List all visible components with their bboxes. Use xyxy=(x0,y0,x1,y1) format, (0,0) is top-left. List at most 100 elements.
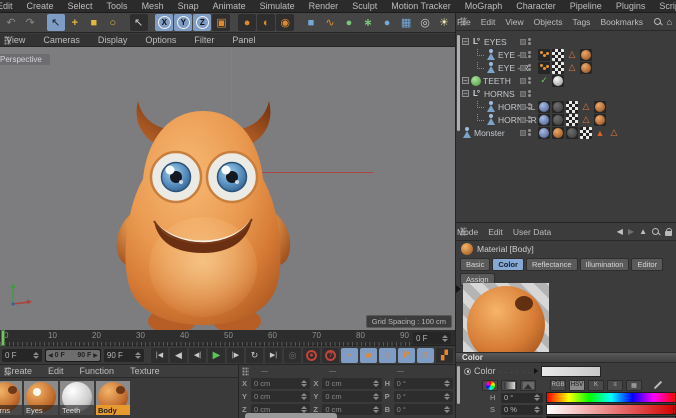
coord-value-field[interactable]: 0 cm xyxy=(251,377,311,389)
axis-y-tool-icon[interactable]: Y xyxy=(174,14,193,31)
coord-column-header-0[interactable]: — xyxy=(251,368,317,375)
tri-outline-tag-icon[interactable]: △ xyxy=(566,62,578,74)
sphere-dim-tag-icon[interactable] xyxy=(552,100,564,113)
next-frame-button[interactable]: |▶ xyxy=(227,347,245,363)
checker-tag-icon[interactable] xyxy=(552,48,564,61)
viewport-menu-filter[interactable]: Filter xyxy=(185,35,223,45)
menu-script[interactable]: Script xyxy=(652,1,676,11)
material-menu-function[interactable]: Function xyxy=(72,366,123,376)
layer-chip[interactable] xyxy=(520,77,526,84)
layer-chip[interactable] xyxy=(520,51,526,58)
up-level-icon[interactable]: ▲ xyxy=(639,227,647,236)
image-mode-button[interactable] xyxy=(520,379,536,391)
clipped-button[interactable] xyxy=(245,413,337,418)
subdivision-surface-tool-icon[interactable]: ● xyxy=(340,14,358,31)
visibility-toggles[interactable] xyxy=(520,103,531,110)
material-menu-edit[interactable]: Edit xyxy=(40,366,72,376)
sphere-orange-tag-icon[interactable] xyxy=(594,113,606,126)
attr-menu-edit[interactable]: Edit xyxy=(483,227,508,237)
tri-solid-tag-icon[interactable]: ▲ xyxy=(594,127,606,139)
coord-value-field[interactable]: 0 ° xyxy=(393,377,453,389)
keyframe-rotation-button[interactable]: ○ xyxy=(379,347,397,363)
layer-chip[interactable] xyxy=(520,90,526,97)
visibility-dots-icon[interactable] xyxy=(528,77,531,84)
wheel-mode-button[interactable] xyxy=(482,379,498,391)
sphere-orange-tag-icon[interactable] xyxy=(580,48,592,61)
tri-outline-tag-icon[interactable]: △ xyxy=(608,127,620,139)
sphere-blue-tag-icon[interactable] xyxy=(538,126,550,139)
visibility-toggles[interactable] xyxy=(520,90,531,97)
visibility-toggles[interactable] xyxy=(520,116,531,123)
object-label[interactable]: EYES xyxy=(484,37,507,47)
play-forwards-button[interactable]: ▶ xyxy=(208,347,226,363)
layer-chip[interactable] xyxy=(520,129,526,136)
autokeying-button[interactable]: ? xyxy=(322,347,340,363)
sphere-blue-tag-icon[interactable] xyxy=(538,113,550,126)
checker-tag-icon[interactable] xyxy=(566,113,578,126)
viewport-menu-options[interactable]: Options xyxy=(136,35,185,45)
spinner-icon[interactable] xyxy=(301,392,308,400)
play-backwards-button[interactable]: ◀ xyxy=(170,347,188,363)
lock-icon[interactable] xyxy=(665,227,672,236)
sphere-orange-tag-icon[interactable] xyxy=(580,61,592,74)
menu-mograph[interactable]: MoGraph xyxy=(458,1,510,11)
current-frame-field[interactable]: 0 F xyxy=(413,332,451,344)
spinner-icon[interactable] xyxy=(372,379,379,387)
spinner-icon[interactable] xyxy=(301,379,308,387)
sphere-dim-tag-icon[interactable] xyxy=(552,113,564,126)
tab-editor[interactable]: Editor xyxy=(631,258,664,271)
dots-tag-icon[interactable] xyxy=(538,48,550,61)
viewport-menu-view[interactable]: View xyxy=(0,35,34,45)
layer-chip[interactable] xyxy=(520,103,526,110)
end-frame-field[interactable]: 90 F xyxy=(103,348,145,362)
previous-frame-button[interactable]: ◀| xyxy=(189,347,207,363)
record-position-off-button[interactable]: ◎ xyxy=(284,347,302,363)
visibility-toggles[interactable] xyxy=(520,129,531,136)
menu-plugins[interactable]: Plugins xyxy=(609,1,653,11)
mixer-mode-button[interactable]: ≡ xyxy=(607,379,623,391)
menu-motion-tracker[interactable]: Motion Tracker xyxy=(384,1,458,11)
coord-column-header-2[interactable]: — xyxy=(387,368,453,375)
menu-pipeline[interactable]: Pipeline xyxy=(563,1,609,11)
expander-icon[interactable]: ‒ xyxy=(462,90,469,97)
spinner-icon[interactable] xyxy=(443,392,450,400)
om-menu-edit[interactable]: Edit xyxy=(476,17,501,27)
axis-z-tool-icon[interactable]: Z xyxy=(193,14,212,31)
layer-chip[interactable] xyxy=(520,116,526,123)
layer-chip[interactable] xyxy=(520,38,526,45)
menu-tools[interactable]: Tools xyxy=(100,1,135,11)
loop-button[interactable]: ↻ xyxy=(246,347,264,363)
tab-reflectance[interactable]: Reflectance xyxy=(525,258,578,271)
object-label[interactable]: Monster xyxy=(474,128,505,138)
object-row-teeth[interactable]: ‒ TEETH ✓ xyxy=(462,74,674,87)
menu-select[interactable]: Select xyxy=(61,1,100,11)
coord-value-field[interactable]: 0 ° xyxy=(393,403,453,415)
rgb-mode-button[interactable]: RGB xyxy=(550,379,566,391)
material-preview[interactable] xyxy=(463,283,549,353)
saturation-value-field[interactable]: 0 % xyxy=(501,404,543,415)
color-section-header[interactable]: Color xyxy=(456,352,676,363)
timeline-ruler[interactable]: 0 10 20 30 40 50 60 70 80 90 0 F xyxy=(0,330,455,346)
attr-menu-user-data[interactable]: User Data xyxy=(508,227,556,237)
grip-icon[interactable] xyxy=(242,367,249,376)
checker-tag-icon[interactable] xyxy=(552,61,564,74)
scrollbar-thumb[interactable] xyxy=(457,35,460,131)
timeline-playhead[interactable] xyxy=(1,330,5,346)
tab-basic[interactable]: Basic xyxy=(460,258,491,271)
visibility-toggles[interactable] xyxy=(520,64,531,71)
keyframe-parameter-button[interactable]: P xyxy=(398,347,416,363)
undo-tool-icon[interactable]: ↶ xyxy=(2,14,20,31)
record-selected-button[interactable]: ▞ xyxy=(436,347,454,363)
saturation-slider[interactable] xyxy=(546,404,676,415)
home-icon[interactable]: ⌂ xyxy=(667,17,672,27)
environment-tool-icon[interactable]: ● xyxy=(378,14,396,31)
attr-menu-mode[interactable]: Mode xyxy=(452,227,483,237)
tab-illumination[interactable]: Illumination xyxy=(579,258,630,271)
tri-outline-tag-icon[interactable]: △ xyxy=(566,49,578,61)
menu-sculpt[interactable]: Sculpt xyxy=(345,1,384,11)
spinner-icon[interactable] xyxy=(534,394,540,401)
dots-tag-icon[interactable] xyxy=(538,61,550,74)
floor-tool-icon[interactable]: ▦ xyxy=(397,14,415,31)
coord-value-field[interactable]: 0 cm xyxy=(322,377,382,389)
coord-value-field[interactable]: 0 cm xyxy=(251,390,311,402)
